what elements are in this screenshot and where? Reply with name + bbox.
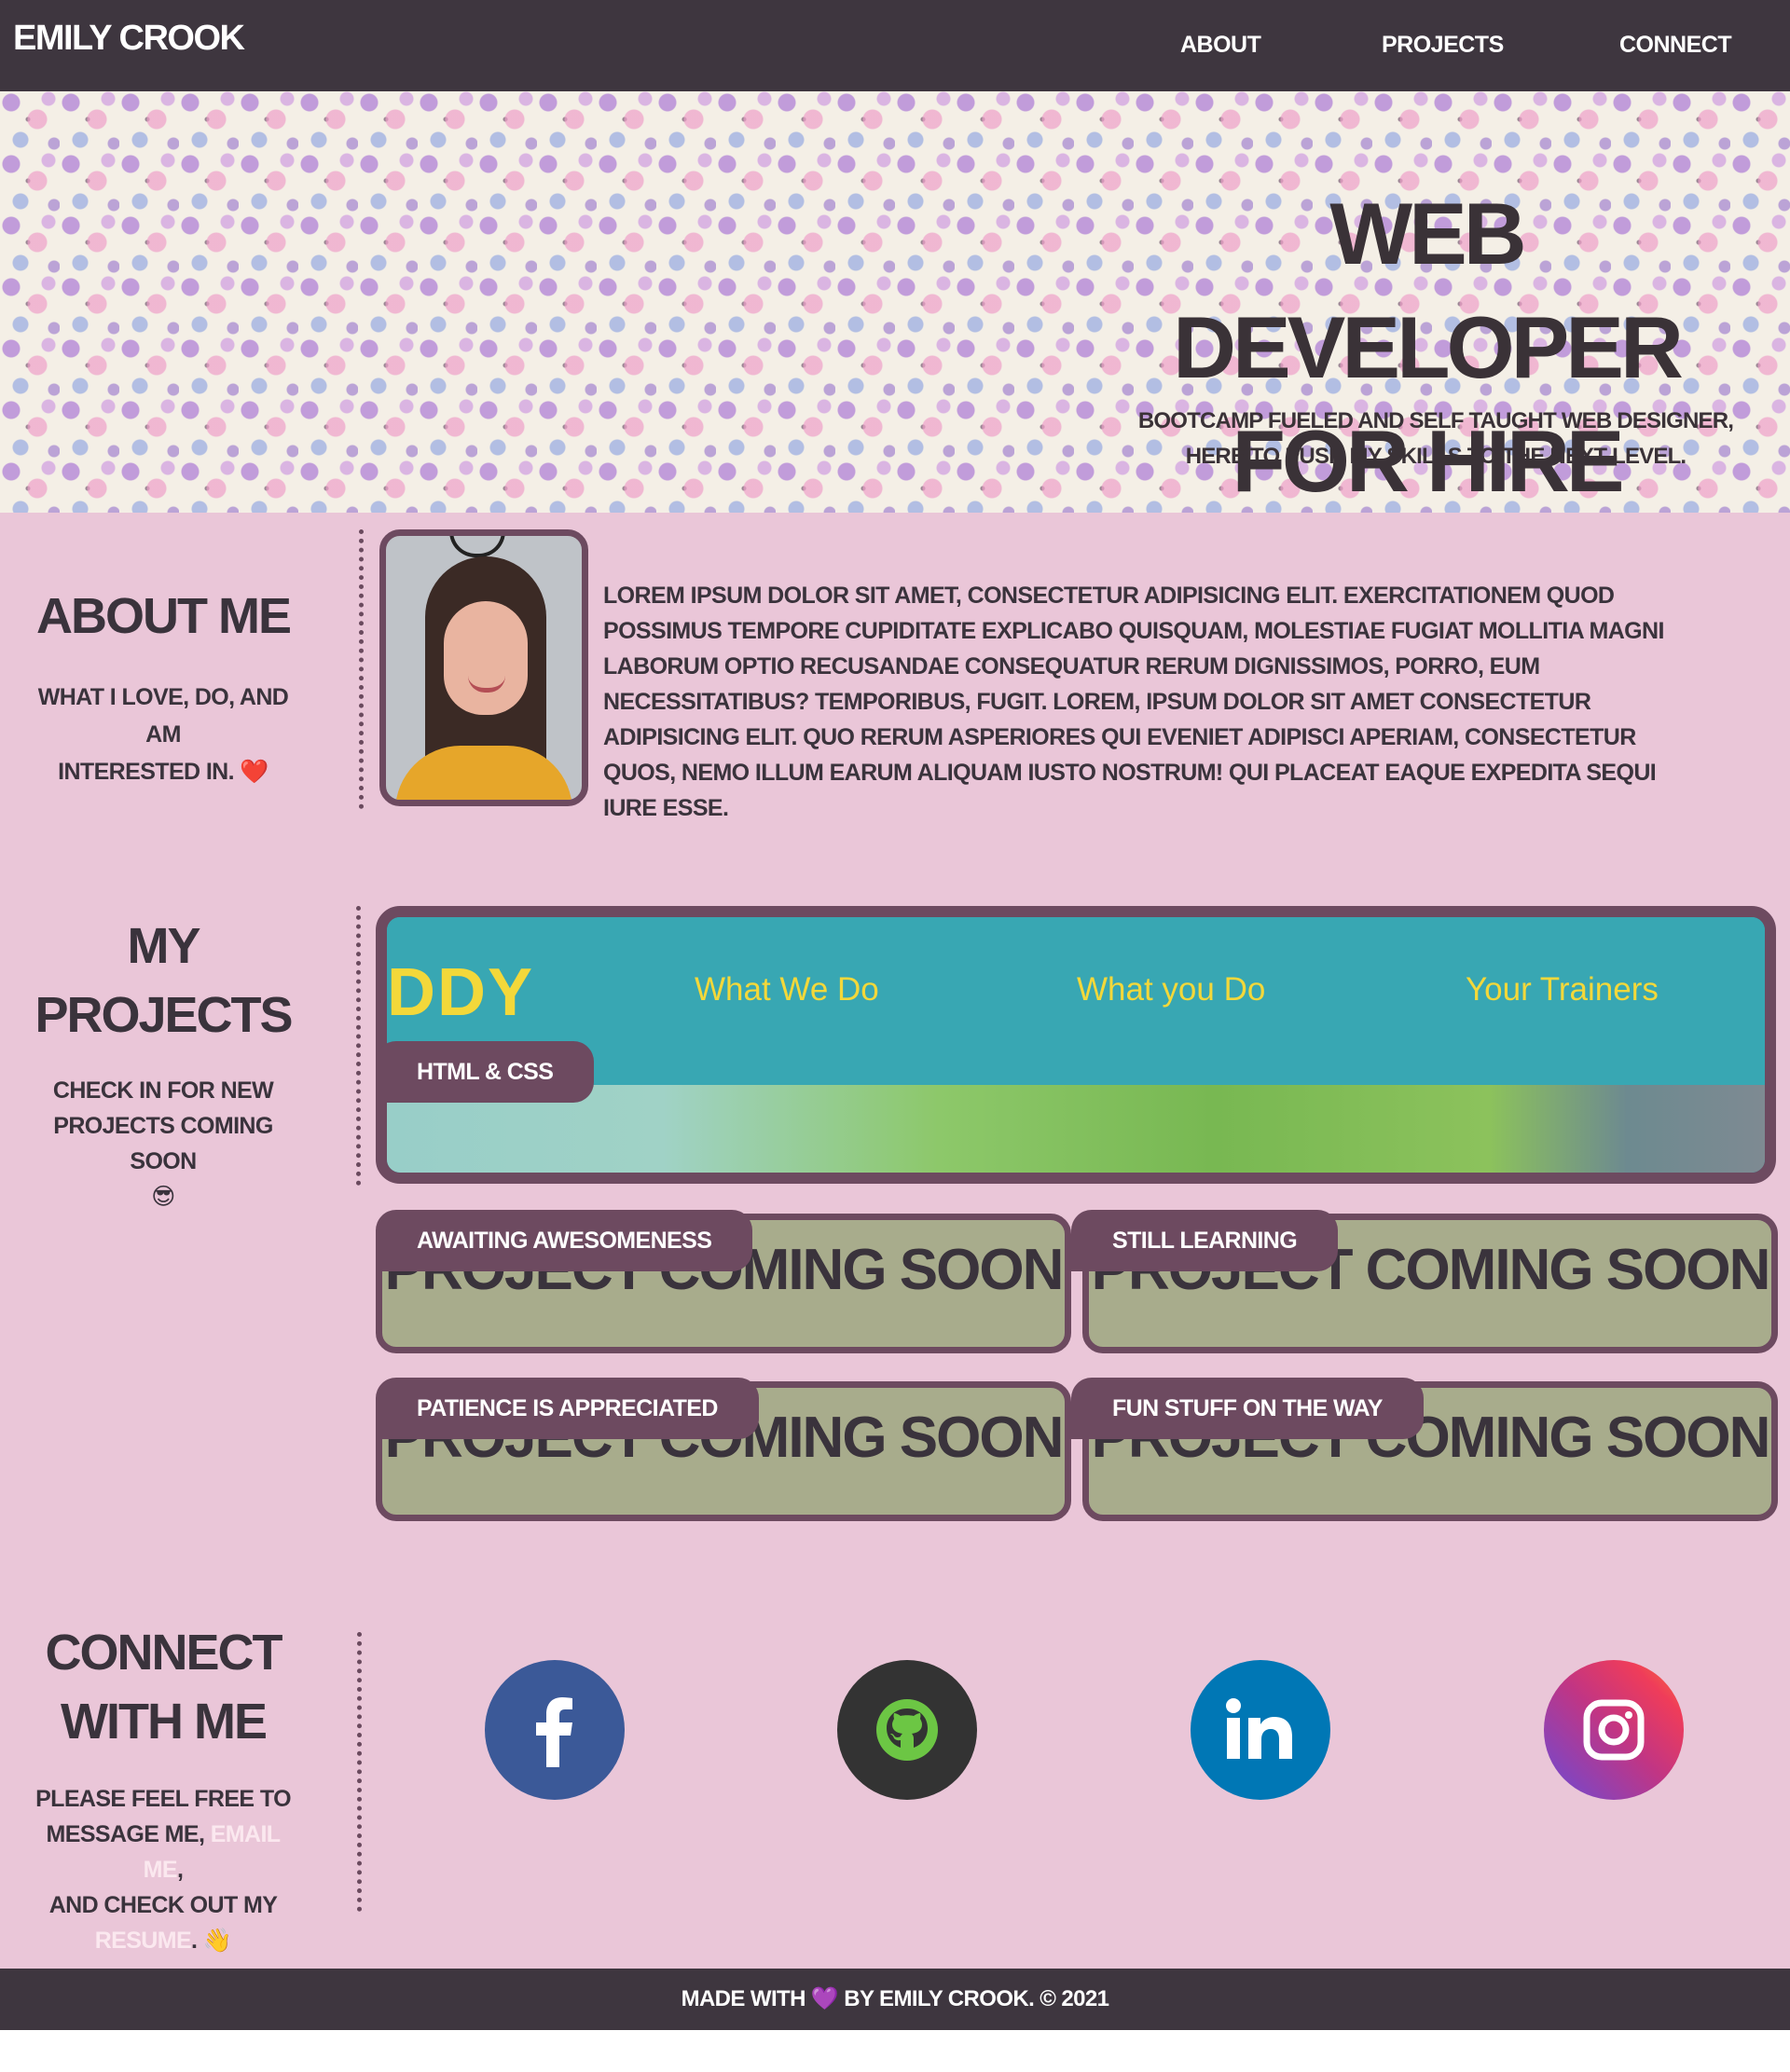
mic-stand-shape [449, 536, 505, 557]
connect-divider [357, 1632, 362, 1912]
nav-about-link[interactable]: ABOUT [1180, 32, 1261, 59]
connect-desc-line1: PLEASE FEEL FREE TO [35, 1786, 291, 1812]
projects-desc-line2: PROJECTS COMING SOON [53, 1113, 273, 1174]
connect-desc: PLEASE FEEL FREE TO MESSAGE ME, EMAIL ME… [28, 1781, 298, 1958]
about-divider [359, 529, 364, 809]
featured-project-badge[interactable]: HTML & CSS [376, 1041, 595, 1103]
footer: MADE WITH 💜 BY EMILY CROOK. © 2021 [0, 1969, 1790, 2030]
projects-divider [356, 906, 361, 1186]
heart-emoji-icon: ❤️ [240, 759, 268, 785]
face-shape [444, 601, 528, 715]
footer-text-post: BY EMILY CROOK. © 2021 [844, 1986, 1109, 2011]
projects-title: MY PROJECTS [28, 912, 298, 1050]
hero-subtitle-line2: HERE TO PUSH MY SKILLS TO THE NEXT LEVEL… [1185, 444, 1687, 469]
featured-link-what-you-do: What you Do [1077, 971, 1266, 1008]
connect-desc-comma: , [176, 1857, 184, 1883]
about-body: LOREM IPSUM DOLOR SIT AMET, CONSECTETUR … [603, 583, 1664, 821]
connect-desc-line3: AND CHECK OUT MY [48, 1892, 278, 1918]
featured-link-your-trainers: Your Trainers [1466, 971, 1659, 1008]
project-badge-1: AWAITING AWESOMENESS [376, 1210, 753, 1271]
featured-link-what-we-do: What We Do [695, 971, 879, 1008]
project-badge-2: STILL LEARNING [1071, 1210, 1339, 1271]
about-desc-line2: INTERESTED IN. [58, 759, 234, 785]
connect-title-line2: WITH ME [61, 1694, 268, 1750]
projects-title-line1: MY [127, 918, 201, 974]
hero-subtitle: BOOTCAMP FUELED AND SELF TAUGHT WEB DESI… [1119, 404, 1753, 474]
resume-link[interactable]: RESUME [95, 1928, 192, 1954]
purple-heart-icon: 💜 [810, 1986, 839, 2011]
linkedin-icon[interactable] [1191, 1660, 1330, 1800]
project-badge-4: FUN STUFF ON THE WAY [1071, 1378, 1424, 1439]
projects-desc-line1: CHECK IN FOR NEW [52, 1077, 274, 1104]
project-badge-3: PATIENCE IS APPRECIATED [376, 1378, 759, 1439]
hero-banner: WEB DEVELOPER FOR HIRE BOOTCAMP FUELED A… [0, 91, 1790, 513]
hero-title-line1: WEB DEVELOPER [1173, 185, 1684, 396]
connect-desc-line2: MESSAGE ME, [46, 1821, 211, 1847]
hero-subtitle-line1: BOOTCAMP FUELED AND SELF TAUGHT WEB DESI… [1137, 408, 1734, 433]
sunglasses-emoji-icon: 😎 [151, 1184, 175, 1210]
github-icon[interactable] [837, 1660, 977, 1800]
footer-text-pre: MADE WITH [681, 1986, 806, 2011]
brand-logo[interactable]: EMILY CROOK [13, 19, 245, 59]
connect-title-line1: CONNECT [45, 1625, 283, 1681]
nav-projects-link[interactable]: PROJECTS [1382, 32, 1504, 59]
facebook-icon[interactable] [485, 1660, 625, 1800]
featured-screenshot-image [387, 1085, 1765, 1173]
connect-desc-period: . [191, 1928, 198, 1954]
navbar: EMILY CROOK ABOUT PROJECTS CONNECT [0, 0, 1790, 91]
about-desc-line1: WHAT I LOVE, DO, AND AM [37, 684, 289, 748]
featured-logo-text: DDY [387, 955, 535, 1030]
profile-photo [379, 529, 588, 806]
projects-desc: CHECK IN FOR NEW PROJECTS COMING SOON 😎 [28, 1073, 298, 1214]
instagram-icon[interactable] [1544, 1660, 1684, 1800]
nav-connect-link[interactable]: CONNECT [1619, 32, 1732, 59]
page-bottom-gap [0, 2030, 1790, 2072]
wave-emoji-icon: 👋 [202, 1928, 232, 1954]
connect-title: CONNECT WITH ME [28, 1618, 298, 1756]
projects-title-line2: PROJECTS [34, 987, 293, 1043]
about-desc: WHAT I LOVE, DO, AND AM INTERESTED IN. ❤… [28, 679, 298, 790]
about-title: ABOUT ME [36, 588, 292, 644]
